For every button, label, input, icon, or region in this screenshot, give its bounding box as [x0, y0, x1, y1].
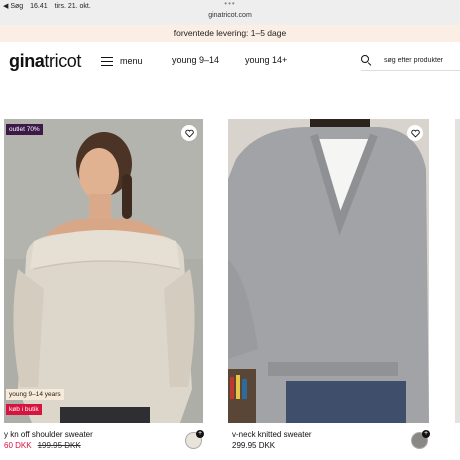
product-name[interactable]: y kn off shoulder sweater [4, 430, 93, 439]
wishlist-button[interactable] [407, 125, 423, 141]
age-badge: young 9–14 years [6, 389, 64, 400]
tab-dots-icon[interactable]: ••• [0, 0, 460, 8]
color-swatch[interactable]: + [185, 430, 204, 449]
product-card[interactable]: v-neck knitted sweater 299.95 DKK + [228, 119, 430, 453]
product-image[interactable] [455, 119, 460, 423]
logo-regular: tricot [44, 51, 82, 71]
logo[interactable]: ginatricot [9, 51, 81, 72]
plus-icon: + [422, 430, 430, 438]
plus-icon: + [196, 430, 204, 438]
heart-icon [184, 129, 194, 138]
product-name[interactable]: v-neck knitted sweater [232, 430, 312, 439]
delivery-banner-text: forventede levering: 1–5 dage [173, 28, 287, 38]
nav-young-9-14[interactable]: young 9–14 [172, 55, 219, 65]
hamburger-icon [101, 56, 113, 66]
delivery-banner: forventede levering: 1–5 dage [0, 25, 460, 42]
outlet-badge: outlet 70% [6, 124, 43, 135]
site-header: ginatricot menu young 9–14 young 14+ [0, 42, 460, 80]
menu-button[interactable]: menu [101, 54, 143, 68]
product-card[interactable] [455, 119, 460, 423]
product-card[interactable]: outlet 70% young 9–14 years køb i butik … [4, 119, 204, 453]
product-meta: y kn off shoulder sweater 60 DKK 199.95 D… [4, 423, 204, 453]
search-icon[interactable] [361, 55, 372, 66]
browser-status-bar: ◀ Søg 16.41 tirs. 21. okt. ••• ginatrico… [0, 0, 460, 25]
product-photo-vneck-sweater [228, 119, 429, 423]
product-meta: v-neck knitted sweater 299.95 DKK + [228, 423, 430, 453]
heart-icon [410, 129, 420, 138]
wishlist-button[interactable] [181, 125, 197, 141]
search-bar[interactable] [361, 51, 460, 71]
product-image[interactable] [228, 119, 429, 423]
product-price: 60 DKK 199.95 DKK [4, 441, 81, 450]
product-photo-girl-sweater [4, 119, 203, 423]
logo-bold: gina [9, 51, 45, 71]
product-price: 299.95 DKK [232, 441, 276, 450]
search-input[interactable] [384, 57, 460, 64]
nav-young-14-plus[interactable]: young 14+ [245, 55, 287, 65]
original-price: 199.95 DKK [37, 441, 81, 450]
color-swatch[interactable]: + [411, 430, 430, 449]
menu-label: menu [120, 56, 143, 66]
address-bar-url[interactable]: ginatricot.com [0, 12, 460, 19]
buy-in-store-badge: køb i butik [6, 404, 42, 415]
sale-price: 60 DKK [4, 441, 32, 450]
product-image[interactable]: outlet 70% young 9–14 years køb i butik [4, 119, 203, 423]
